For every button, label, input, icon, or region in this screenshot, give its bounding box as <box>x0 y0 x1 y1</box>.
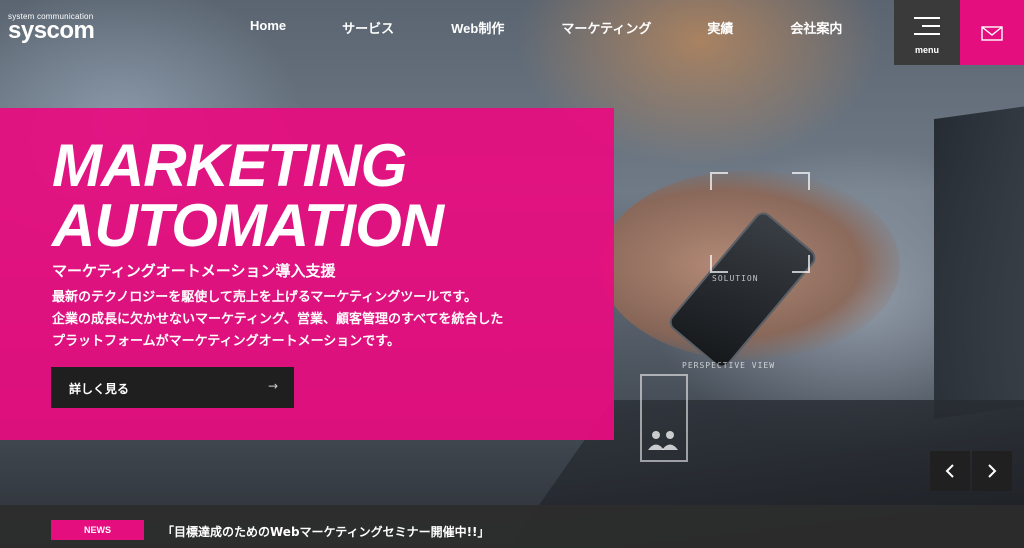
learn-more-label: 詳しく見る <box>69 382 130 396</box>
hud-solution-label: SOLUTION <box>712 274 759 283</box>
nav-item-works[interactable]: 実績 <box>707 18 733 37</box>
hero-headline-line-2: AUTOMATION <box>52 192 444 259</box>
hero-subtitle: マーケティングオートメーション導入支援 <box>52 262 336 280</box>
hud-corner <box>710 255 728 273</box>
nav-item-web-production[interactable]: Web制作 <box>451 18 504 37</box>
hero-description: 最新のテクノロジーを駆使して売上を上げるマーケティングツールです。 企業の成長に… <box>52 287 503 353</box>
hero-description-line: プラットフォームがマーケティングオートメーションです。 <box>52 334 401 349</box>
hud-corner <box>792 172 810 190</box>
main-nav: Home サービス Web制作 マーケティング 実績 会社案内 <box>250 18 842 37</box>
nav-item-services[interactable]: サービス <box>342 18 394 37</box>
hud-perspective-label: PERSPECTIVE VIEW <box>682 361 776 370</box>
logo-wordmark: syscom <box>8 17 95 44</box>
news-badge: NEWS <box>51 520 144 540</box>
slider-next-button[interactable] <box>972 451 1012 491</box>
mail-icon <box>981 26 1003 45</box>
nav-item-company[interactable]: 会社案内 <box>790 18 842 37</box>
hero-headline-line-1: MARKETING <box>52 132 407 199</box>
people-icon <box>646 428 682 456</box>
learn-more-button[interactable]: 詳しく見る → <box>51 367 294 408</box>
hero-headline: MARKETING AUTOMATION <box>52 132 444 259</box>
chevron-left-icon <box>945 464 954 478</box>
contact-mail-button[interactable] <box>960 0 1024 65</box>
hero-description-line: 最新のテクノロジーを駆使して売上を上げるマーケティングツールです。 <box>52 290 477 305</box>
site-logo[interactable]: system communication syscom <box>8 12 95 44</box>
slider-prev-button[interactable] <box>930 451 970 491</box>
hero-description-line: 企業の成長に欠かせないマーケティング、営業、顧客管理のすべてを統合した <box>52 312 504 327</box>
news-headline-link[interactable]: 「目標達成のためのWebマーケティングセミナー開催中!!」 <box>162 523 490 540</box>
laptop-shape <box>934 100 1024 420</box>
hamburger-icon <box>914 17 940 41</box>
hud-corner <box>710 172 728 190</box>
chevron-right-icon <box>988 464 997 478</box>
hud-corner <box>792 255 810 273</box>
news-bar <box>0 505 1024 548</box>
menu-label: menu <box>914 45 939 55</box>
nav-item-home[interactable]: Home <box>250 18 286 37</box>
arrow-right-icon: → <box>267 379 278 393</box>
nav-item-marketing[interactable]: マーケティング <box>561 18 651 37</box>
menu-button[interactable]: menu <box>894 0 960 65</box>
